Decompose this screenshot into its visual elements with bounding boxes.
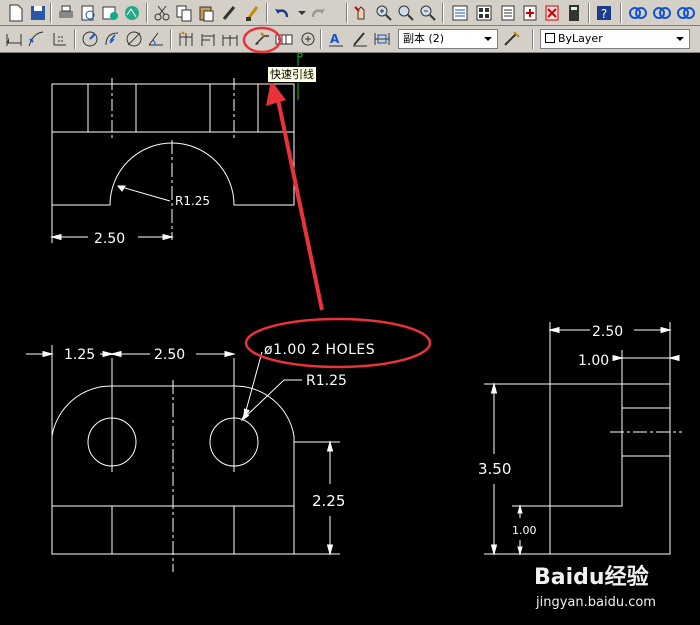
annotation-arrow-shaft [274,89,324,311]
top-radius-label: R1.25 [175,194,210,208]
tooltip-quick-leader: 快速引线 [267,66,317,83]
toolbar-highlight-circle [242,26,282,54]
front-dim-left: 1.25 [64,347,95,363]
side-dim-second: 1.00 [578,353,609,369]
side-height-dim: 3.50 [478,460,511,478]
front-view [26,345,340,572]
watermark-url: jingyan.baidu.com [535,595,656,610]
side-small-dim: 1.00 [512,524,537,537]
front-radius-label: R1.25 [306,373,347,389]
watermark-brand: Baidu经验 [534,564,649,590]
holes-note: ø1.00 2 HOLES [264,342,375,358]
front-height-dim: 2.25 [312,492,345,510]
top-width-dim: 2.50 [94,231,125,247]
drawing-canvas[interactable]: R1.25 2.50 1.25 2.50 ø1.00 2 HOLES R1.25… [0,53,700,625]
side-dim-top: 2.50 [592,324,623,340]
front-dim-mid: 2.50 [154,347,185,363]
baidu-watermark: Baidu经验 jingyan.baidu.com [534,564,656,610]
top-view [50,78,295,243]
